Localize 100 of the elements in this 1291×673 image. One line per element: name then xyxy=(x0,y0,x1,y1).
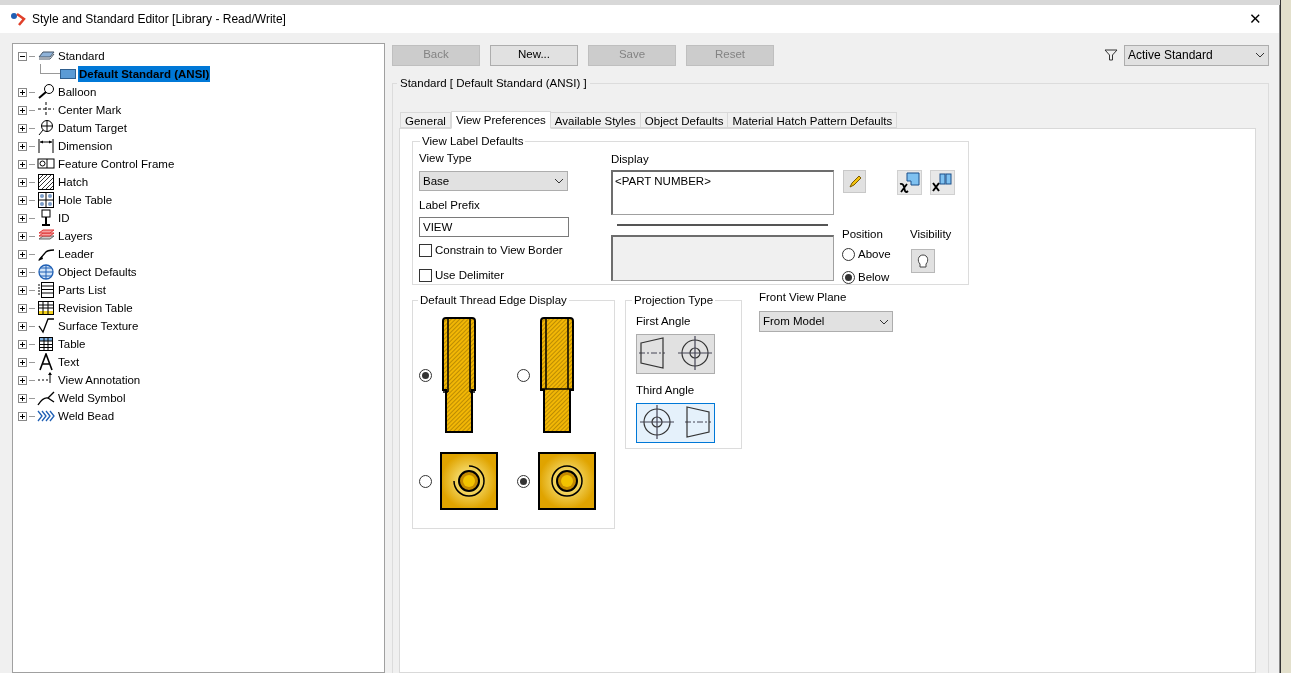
tree-item[interactable]: Weld Bead xyxy=(57,408,116,424)
chevron-down-icon xyxy=(1255,52,1265,58)
hatch-icon xyxy=(37,173,55,191)
field-label: Visibility xyxy=(910,227,952,243)
display-text-field[interactable]: <PART NUMBER> xyxy=(611,170,834,216)
insert-property-button[interactable] xyxy=(897,170,922,196)
collapse-toggle[interactable] xyxy=(18,51,27,61)
tree-item[interactable]: Default Standard (ANSI) xyxy=(78,66,211,82)
radio-button[interactable] xyxy=(842,248,855,262)
tree-item[interactable]: Leader xyxy=(57,246,95,262)
radio-label: Above xyxy=(858,247,891,263)
close-button[interactable]: ✕ xyxy=(1243,7,1267,31)
tree-item[interactable]: ID xyxy=(57,210,71,226)
chevron-down-icon xyxy=(879,318,889,325)
option-label: Third Angle xyxy=(636,383,696,399)
projection-option[interactable] xyxy=(636,403,715,444)
tree-item[interactable]: Object Defaults xyxy=(57,264,138,280)
expand-toggle[interactable] xyxy=(18,411,27,421)
app-logo-icon xyxy=(10,11,26,27)
weld-symbol-icon xyxy=(37,389,55,407)
tree-item[interactable]: Feature Control Frame xyxy=(57,156,176,172)
dimension-icon xyxy=(37,137,55,155)
radio-button[interactable] xyxy=(516,474,530,488)
checkbox[interactable] xyxy=(419,244,432,258)
front-view-plane-dropdown[interactable]: From Model xyxy=(759,311,893,333)
tree-item[interactable]: View Annotation xyxy=(57,372,142,388)
radio-button[interactable] xyxy=(842,270,855,284)
expand-toggle[interactable] xyxy=(18,249,27,259)
expand-toggle[interactable] xyxy=(18,213,27,223)
tree-item[interactable]: Surface Texture xyxy=(57,318,140,334)
visibility-button[interactable] xyxy=(911,249,935,274)
globe-icon xyxy=(37,263,55,281)
tab[interactable]: Available Styles xyxy=(549,112,641,128)
expand-toggle[interactable] xyxy=(18,105,27,115)
chevron-down-icon xyxy=(554,178,564,185)
expand-toggle[interactable] xyxy=(18,321,27,331)
expand-toggle[interactable] xyxy=(18,159,27,169)
folder-icon xyxy=(60,69,76,79)
expand-toggle[interactable] xyxy=(18,303,27,313)
option-label: First Angle xyxy=(636,314,692,330)
group-title: View Label Defaults xyxy=(421,134,525,149)
tree-item[interactable]: Layers xyxy=(57,228,94,244)
expand-toggle[interactable] xyxy=(18,357,27,367)
tree-item[interactable]: Text xyxy=(57,354,81,370)
tab[interactable]: Object Defaults xyxy=(639,112,729,128)
magnifier-icon xyxy=(37,83,55,101)
thread-end-view-drawing xyxy=(537,452,596,511)
check-mark-icon xyxy=(37,317,55,335)
window-title: Style and Standard Editor [Library - Read/Write] xyxy=(32,11,286,28)
expand-toggle[interactable] xyxy=(18,87,27,97)
checkbox[interactable] xyxy=(419,268,432,282)
checkbox-label: Constrain to View Border xyxy=(435,243,563,259)
toolbar-button[interactable]: New... xyxy=(490,44,578,66)
expand-toggle[interactable] xyxy=(18,267,27,277)
pencil-icon xyxy=(846,173,863,190)
radio-button[interactable] xyxy=(419,474,432,488)
field-label: Display xyxy=(611,152,650,168)
edit-button[interactable] xyxy=(843,170,866,194)
projection-option[interactable] xyxy=(636,334,715,375)
tree-item[interactable]: Center Mark xyxy=(57,102,123,118)
find-property-button[interactable] xyxy=(930,170,955,196)
expand-toggle[interactable] xyxy=(18,285,27,295)
filter-icon[interactable] xyxy=(1104,48,1118,62)
tree-item[interactable]: Dimension xyxy=(57,138,114,154)
tree-item[interactable]: Parts List xyxy=(57,282,107,298)
table-icon xyxy=(37,299,55,317)
tab[interactable]: Material Hatch Pattern Defaults xyxy=(727,112,898,128)
expand-toggle[interactable] xyxy=(18,195,27,205)
expand-toggle[interactable] xyxy=(18,123,27,133)
radio-button[interactable] xyxy=(419,368,432,382)
expand-toggle[interactable] xyxy=(18,339,27,349)
checkbox-label: Use Delimiter xyxy=(435,267,504,283)
tree-item[interactable]: Hatch xyxy=(57,174,90,190)
expand-toggle[interactable] xyxy=(18,231,27,241)
label-prefix-field[interactable]: VIEW xyxy=(419,217,569,238)
view-type-dropdown[interactable]: Base xyxy=(419,171,568,192)
light-bulb-icon xyxy=(917,253,929,270)
expand-toggle[interactable] xyxy=(18,375,27,385)
radio-button[interactable] xyxy=(516,368,530,382)
tab[interactable]: View Preferences xyxy=(450,111,551,129)
radio-label: Below xyxy=(858,269,890,285)
tree-item[interactable]: Hole Table xyxy=(57,192,114,208)
expand-toggle[interactable] xyxy=(18,177,27,187)
expand-toggle[interactable] xyxy=(18,393,27,403)
field-label: Position xyxy=(842,227,883,243)
field-label: Label Prefix xyxy=(419,198,481,214)
tab[interactable]: General xyxy=(400,112,451,128)
tree-item[interactable]: Balloon xyxy=(57,84,98,100)
table-icon xyxy=(37,335,55,353)
thread-end-view-drawing xyxy=(440,452,498,511)
tree-item[interactable]: Table xyxy=(57,336,87,352)
tree-item[interactable]: Datum Target xyxy=(57,120,128,136)
tree-item[interactable]: Weld Symbol xyxy=(57,390,127,406)
filter-dropdown[interactable]: Active Standard xyxy=(1124,44,1269,66)
expand-toggle[interactable] xyxy=(18,141,27,151)
tree-item[interactable]: Standard xyxy=(57,48,106,64)
tree-item[interactable]: Revision Table xyxy=(57,300,134,316)
list-table-icon xyxy=(37,281,55,299)
letter-icon xyxy=(37,353,55,371)
target-icon xyxy=(37,119,55,137)
